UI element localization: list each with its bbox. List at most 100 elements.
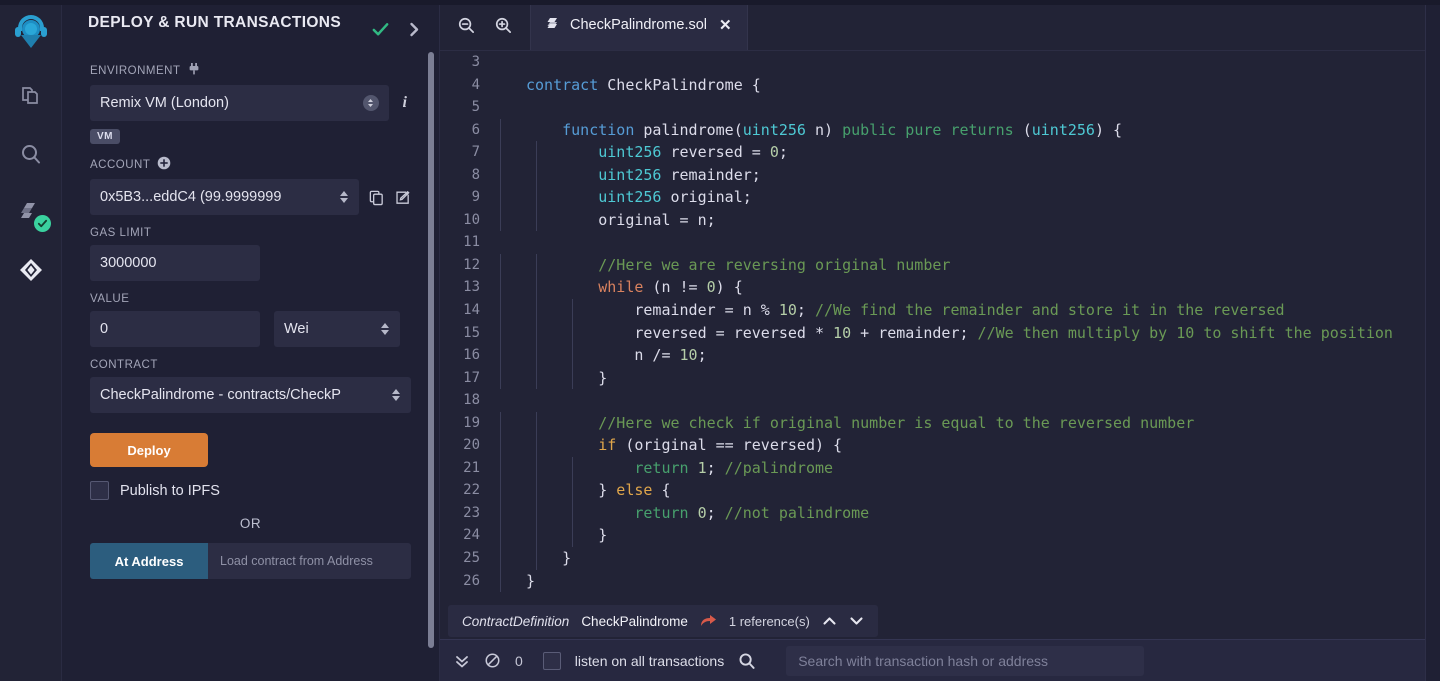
sidebar-item-search[interactable] <box>9 132 53 176</box>
code-token: reversed = <box>661 143 770 162</box>
or-divider-label: OR <box>239 516 262 531</box>
code-token: original; <box>661 188 752 207</box>
sign-message-icon[interactable] <box>394 189 411 206</box>
code-line: 21 return 1; //palindrome <box>440 456 1440 480</box>
spinner-arrows-icon <box>339 191 349 203</box>
code-line: 18 <box>440 389 1440 412</box>
gas-limit-label: GAS LIMIT <box>90 227 152 239</box>
value-label: VALUE <box>90 293 130 305</box>
code-token: 0 <box>706 278 716 297</box>
goto-reference-icon[interactable] <box>700 614 717 628</box>
code-token: (original == reversed) { <box>625 436 843 455</box>
line-number: 4 <box>471 76 480 93</box>
sidebar-item-file-explorer[interactable] <box>9 74 53 118</box>
code-line-text: } <box>500 524 1440 548</box>
gas-limit-input[interactable]: 3000000 <box>90 245 260 281</box>
environment-select[interactable]: Remix VM (London) <box>90 85 389 121</box>
code-line: 12 //Here we are reversing original numbe… <box>440 253 1440 277</box>
code-token: CheckPalindrome { <box>607 75 761 94</box>
line-number: 13 <box>463 279 480 296</box>
indent-guide <box>572 456 574 480</box>
code-line-text: uint256 remainder; <box>500 163 1440 187</box>
environment-row: Remix VM (London) i <box>90 85 411 121</box>
zoom-out-icon[interactable] <box>457 16 476 35</box>
copy-account-icon[interactable] <box>368 189 385 206</box>
publish-ipfs-row[interactable]: Publish to IPFS <box>90 481 411 500</box>
indent-guide <box>500 479 501 502</box>
panel-scrollbar[interactable] <box>428 52 434 648</box>
deploy-button[interactable]: Deploy <box>90 433 208 467</box>
clear-console-icon[interactable] <box>484 652 501 669</box>
indent-guide <box>500 118 501 142</box>
sidebar-item-solidity-compiler[interactable] <box>9 190 53 234</box>
environment-info-icon[interactable]: i <box>399 94 411 112</box>
search-icon[interactable] <box>738 652 756 670</box>
code-token: if <box>598 436 626 455</box>
code-token: while <box>598 278 653 297</box>
chevron-right-icon[interactable] <box>408 22 421 42</box>
code-token: 0 <box>697 503 707 522</box>
zoom-in-icon[interactable] <box>494 16 513 35</box>
at-address-input[interactable]: Load contract from Address <box>208 543 411 579</box>
indent-guide <box>500 321 501 345</box>
account-select[interactable]: 0x5B3...eddC4 (99.9999999 <box>90 179 359 215</box>
chevron-up-icon[interactable] <box>822 615 837 627</box>
code-token: //We then multiply by 10 to shift the po… <box>977 323 1393 342</box>
environment-value: Remix VM (London) <box>100 95 229 111</box>
close-icon[interactable]: ✕ <box>719 16 732 34</box>
line-number: 5 <box>471 99 480 116</box>
code-viewport[interactable]: 3 4 contract CheckPalindrome {5 6 function p… <box>440 51 1440 603</box>
collapse-all-icon[interactable] <box>454 653 470 669</box>
remix-logo-icon[interactable] <box>8 8 54 54</box>
code-line: 17} <box>440 366 1440 390</box>
code-token: return <box>634 458 698 477</box>
transaction-search-input[interactable]: Search with transaction hash or address <box>786 645 1145 676</box>
indent-guide <box>536 366 538 390</box>
code-token: ; <box>697 346 707 365</box>
code-token: ; <box>706 458 725 477</box>
indent-guide <box>500 163 501 187</box>
line-number: 11 <box>463 234 480 251</box>
code-token: public pure returns <box>842 120 1023 139</box>
code-line-text: } <box>500 569 1440 593</box>
indent-guide <box>536 321 538 345</box>
value-unit-select[interactable]: Wei <box>274 311 400 347</box>
code-token: } <box>562 549 572 568</box>
publish-ipfs-checkbox[interactable] <box>90 481 109 500</box>
code-token: n /= <box>634 346 680 365</box>
sidebar-item-deploy-run[interactable] <box>9 248 53 292</box>
chevron-down-icon[interactable] <box>849 615 864 627</box>
indent-guide <box>500 524 501 548</box>
code-token: 10 <box>778 301 797 320</box>
deploy-run-panel: DEPLOY & RUN TRANSACTIONS ENVIRONMENT Re… <box>62 0 440 681</box>
at-address-button[interactable]: At Address <box>90 543 208 579</box>
code-line-text: //Here we are reversing original number <box>500 253 1440 277</box>
terminal-bar: 0 listen on all transactions Search with… <box>440 639 1440 681</box>
code-line: 16 n /= 10; <box>440 344 1440 367</box>
code-token: ; <box>778 143 788 162</box>
indent-guide <box>572 479 574 502</box>
editor-area: CheckPalindrome.sol ✕ 3 4 contract CheckPa… <box>440 0 1440 681</box>
contract-label: CONTRACT <box>90 359 158 371</box>
page-title: DEPLOY & RUN TRANSACTIONS <box>88 14 342 31</box>
code-line: 4 contract CheckPalindrome { <box>440 74 1440 97</box>
plugin-active-check-icon <box>371 20 390 44</box>
account-row: 0x5B3...eddC4 (99.9999999 <box>90 179 411 215</box>
code-token: //not palindrome <box>724 503 870 522</box>
code-token: uint256 <box>598 188 662 207</box>
listen-transactions-checkbox[interactable] <box>542 651 561 670</box>
indent-guide <box>536 208 538 232</box>
value-input[interactable]: 0 <box>90 311 260 347</box>
indent-guide <box>536 479 538 502</box>
indent-guide <box>572 321 574 345</box>
line-number: 24 <box>463 527 480 544</box>
code-token: ) { <box>1094 120 1123 139</box>
add-account-icon[interactable] <box>157 156 171 173</box>
editor-tab-checkpalindrome[interactable]: CheckPalindrome.sol ✕ <box>531 0 748 50</box>
indent-guide <box>500 569 501 593</box>
indent-guide <box>572 501 574 525</box>
contract-select[interactable]: CheckPalindrome - contracts/CheckP <box>90 377 411 413</box>
code-line: 8 uint256 remainder; <box>440 163 1440 187</box>
code-line: 10 original = n; <box>440 208 1440 232</box>
indent-guide <box>500 253 501 277</box>
